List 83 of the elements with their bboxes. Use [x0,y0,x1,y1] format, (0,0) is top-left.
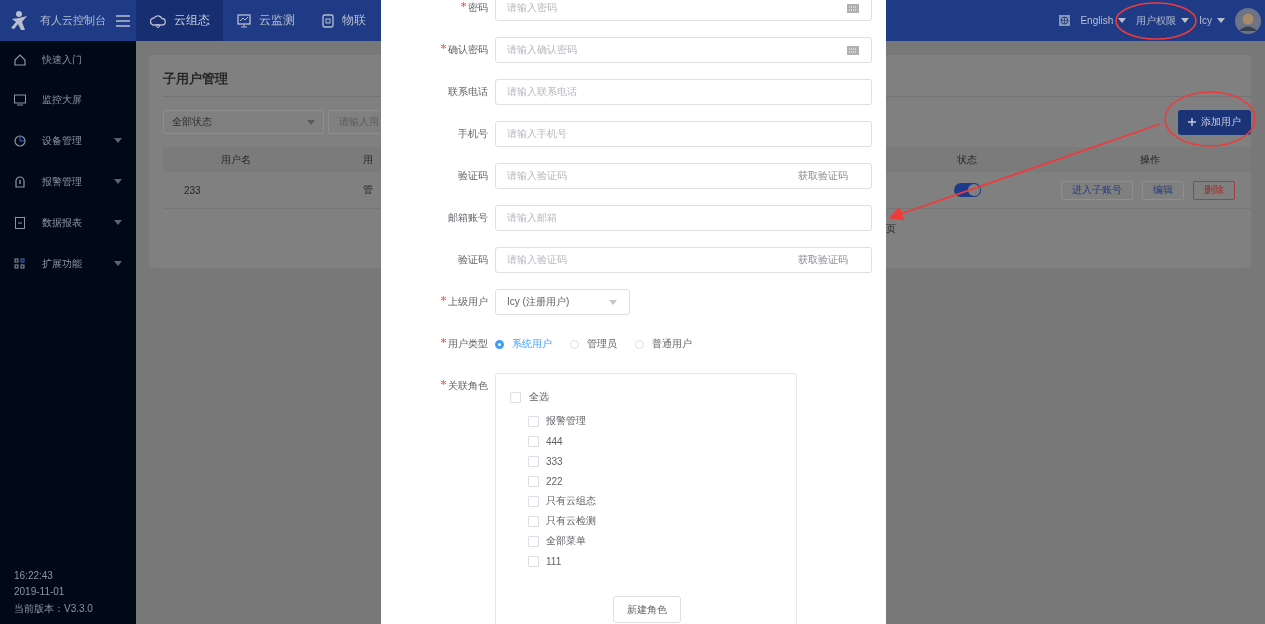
sidebar-item[interactable]: 扩展功能 [0,243,136,284]
sidebar-item[interactable]: 设备管理 [0,120,136,161]
status-dropdown[interactable]: 全部状态 [163,110,324,134]
monitor-icon [237,13,251,28]
pagination-text: 页 [886,223,896,234]
checkbox-label: 222 [546,475,563,487]
sidebar-item[interactable]: 报警管理 [0,161,136,202]
checkbox[interactable] [510,391,521,403]
cloud-icon [150,13,166,28]
document-icon [322,13,334,28]
document-icon [14,216,26,229]
globe-icon [1059,15,1071,26]
field-label: 联系电话 [448,85,488,99]
caret-icon [307,119,315,125]
radio-option[interactable]: 管理员 [570,337,617,351]
language-dropdown[interactable]: English [1080,15,1127,26]
field-label: 上级用户 [448,295,488,309]
menu-icon[interactable] [116,14,130,27]
monitor-icon [14,93,26,106]
table-cell: 管 [363,184,373,195]
field-label: 用户类型 [448,337,488,351]
home-icon [14,54,26,66]
column-header: 用 [363,153,373,165]
input-field[interactable]: 请输入验证码 获取验证码 [495,247,872,273]
sidebar-footer-text: 当前版本：V3.3.0 [13,601,94,616]
pie-chart-icon [14,134,26,147]
sidebar-footer-text: 2019-11-01 [13,585,66,599]
checkbox-label: 全选 [529,390,549,404]
field-label: 邮箱账号 [448,211,488,225]
column-header: 状态 [957,152,977,167]
nav-tab[interactable]: 云监测 [223,0,308,41]
field-label: 验证码 [458,169,488,183]
checkbox[interactable] [528,555,539,567]
parent-user-dropdown[interactable]: Icy (注册用户) [495,289,630,315]
permissions-menu[interactable]: 用户权限 [1136,13,1190,28]
checkbox[interactable] [528,455,539,467]
checkbox[interactable] [528,495,539,507]
input-field[interactable]: 请输入验证码 获取验证码 [495,163,872,189]
caret-icon [1217,18,1225,23]
caret-icon [1181,18,1190,23]
checkbox[interactable] [528,435,539,447]
logo-icon [10,9,30,32]
checkbox-label: 只有云组态 [546,494,596,508]
checkbox-label: 111 [546,555,562,567]
checkbox-label: 报警管理 [546,414,586,428]
field-label: 手机号 [458,127,488,141]
caret-icon [1118,18,1127,23]
checkbox-label: 全部菜单 [546,534,586,548]
checkbox-label: 444 [546,435,563,447]
sidebar-footer-text: 16:22:43 [13,568,54,583]
nav-tab[interactable]: 物联 [308,0,379,41]
field-label: 验证码 [458,253,488,267]
checkbox[interactable] [528,535,539,547]
plus-icon [1188,118,1196,126]
avatar-icon[interactable] [1235,7,1261,34]
table-cell: 233 [184,184,201,196]
checkbox[interactable] [528,415,539,427]
new-role-button[interactable]: 新建角色 [613,596,681,623]
grid-icon [14,257,26,270]
user-menu[interactable]: Icy [1199,15,1225,26]
checkbox[interactable] [528,475,539,487]
keyboard-icon [847,45,859,55]
caret-icon [609,299,617,305]
sidebar-item[interactable]: 快速入门 [0,41,136,79]
radio-option[interactable]: 普通用户 [635,337,692,351]
nav-tab[interactable]: 云组态 [136,0,223,41]
radio-button[interactable] [495,339,504,349]
checkbox[interactable] [528,515,539,527]
field-label: 关联角色 [448,379,488,393]
app-title: 有人云控制台 [40,13,106,28]
column-header: 用户名 [221,153,251,165]
column-header: 操作 [1139,152,1160,167]
add-user-button[interactable]: 添加用户 [1178,109,1251,135]
checkbox-label: 333 [546,455,563,467]
sidebar-item[interactable]: 监控大屏 [0,79,136,120]
get-code-link[interactable]: 获取验证码 [798,253,848,267]
checkbox-label: 只有云检测 [546,514,596,528]
get-code-link[interactable]: 获取验证码 [798,169,848,183]
keyboard-icon [847,3,859,13]
field-label: 密码 [468,1,488,15]
alert-icon [14,175,26,188]
sidebar-item[interactable]: 数据报表 [0,202,136,243]
field-label: 确认密码 [448,43,488,57]
